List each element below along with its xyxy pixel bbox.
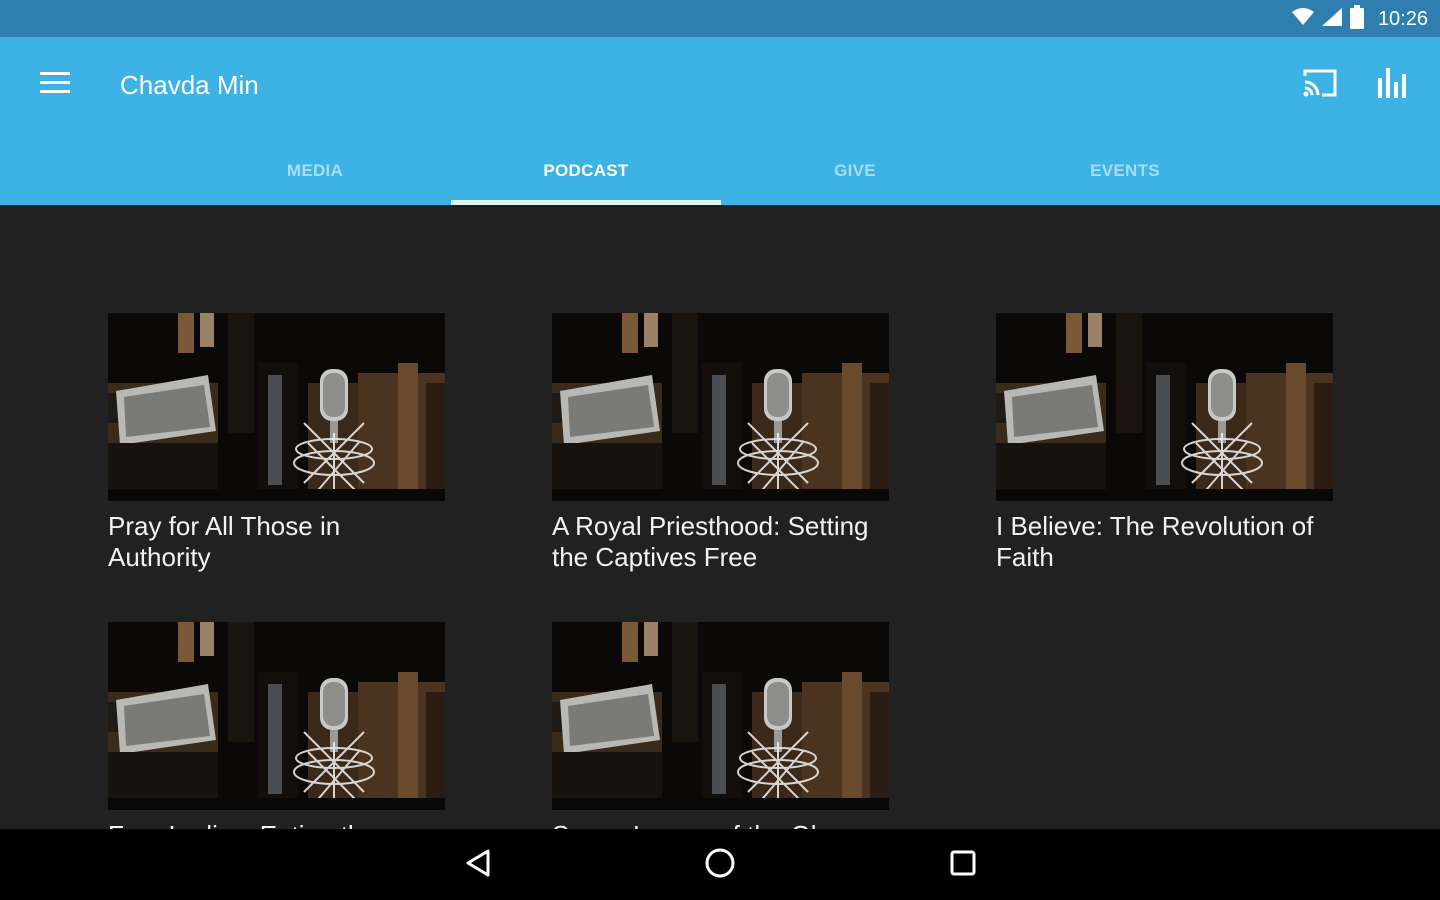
menu-button[interactable] [28,65,82,105]
microphone-image [108,313,445,501]
microphone-image [552,622,889,810]
equalizer-button[interactable] [1368,65,1416,105]
podcast-title: A Royal Priesthood: Setting the Captives… [552,511,869,572]
signal-icon [1321,7,1342,31]
back-icon [464,848,492,883]
status-time: 10:26 [1377,7,1428,30]
equalizer-icon [1377,67,1407,103]
podcast-title: Seven Lamps of the Glory of… [552,820,882,829]
back-button[interactable] [448,843,508,887]
recents-button[interactable] [933,843,993,887]
cast-icon [1302,68,1338,103]
menu-icon [40,71,70,99]
tab-events-label: EVENTS [1090,161,1160,180]
podcast-card[interactable]: I Believe: The Revolution of Faith [996,313,1333,573]
recents-icon [949,849,977,882]
podcast-card[interactable]: Seven Lamps of the Glory of… [552,622,889,829]
tab-media[interactable]: MEDIA [180,137,450,205]
podcast-card[interactable]: Four Ladies: Eating the… [108,622,445,829]
tab-give-label: GIVE [834,161,876,180]
home-button[interactable] [690,843,750,887]
tab-podcast[interactable]: PODCAST [451,137,721,205]
navigation-bar [0,829,1440,900]
podcast-title: I Believe: The Revolution of Faith [996,511,1314,572]
app-bar: Chavda Min MEDIA PODCAST GIVE EVENTS [0,37,1440,205]
microphone-image [108,622,445,810]
tab-podcast-label: PODCAST [543,161,629,180]
home-icon [704,847,736,884]
podcast-card[interactable]: A Royal Priesthood: Setting the Captives… [552,313,889,573]
app-title: Chavda Min [120,70,259,100]
battery-icon [1349,4,1364,34]
microphone-image [552,313,889,501]
status-bar: 10:26 [0,0,1440,37]
status-icons: 10:26 [1291,4,1428,34]
podcast-title: Four Ladies: Eating the… [108,820,438,829]
podcast-grid[interactable]: Pray for All Those in Authority A Royal … [0,205,1440,829]
tab-give[interactable]: GIVE [720,137,990,205]
microphone-image [996,313,1333,501]
podcast-card[interactable]: Pray for All Those in Authority [108,313,445,573]
app-screen: 10:26 Chavda Min MEDIA PODCAST GIVE EVEN… [0,0,1440,900]
cast-button[interactable] [1296,65,1344,105]
wifi-icon [1291,7,1314,31]
podcast-title: Pray for All Those in Authority [108,511,341,572]
tab-events[interactable]: EVENTS [990,137,1260,205]
tab-media-label: MEDIA [286,161,344,180]
